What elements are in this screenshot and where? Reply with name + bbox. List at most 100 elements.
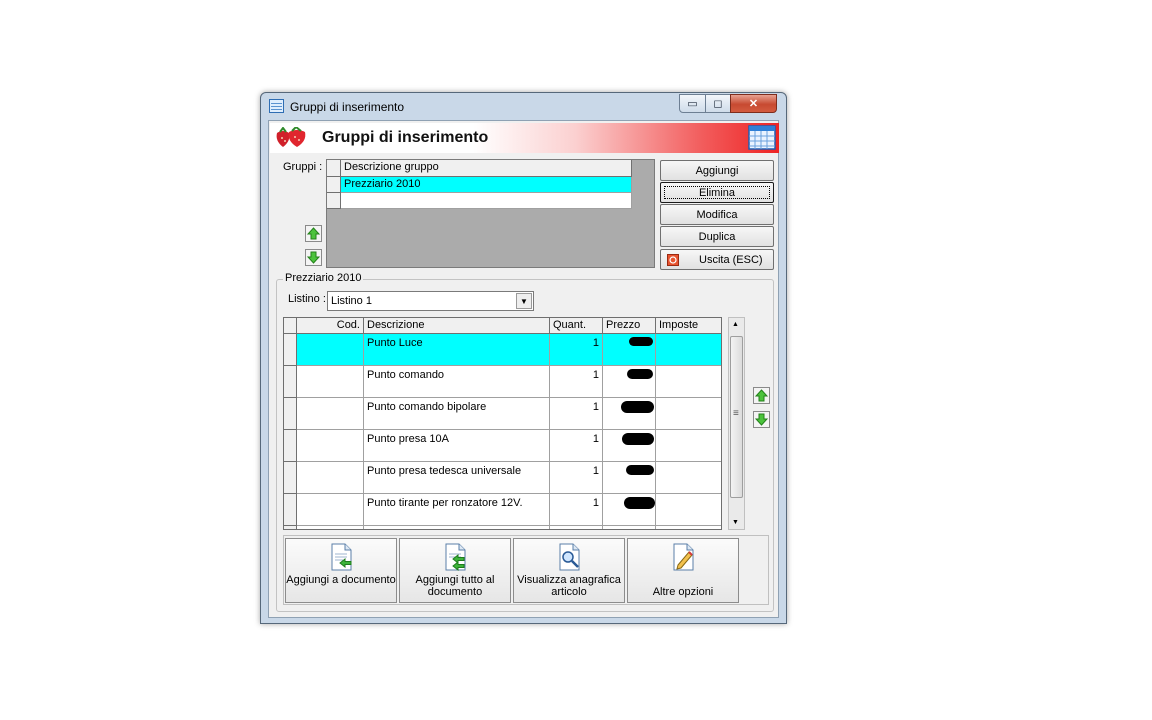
table-cell-descrizione[interactable]: Punto comando bipolare [364,398,550,430]
row-indicator[interactable] [284,398,297,430]
row-indicator[interactable] [284,366,297,398]
move-down-button[interactable] [305,249,322,266]
visualizza-anagrafica-label: Visualizza anagrafica articolo [517,574,621,598]
calendar-icon [748,125,776,150]
table-cell-descrizione[interactable] [364,526,550,529]
table-cell-cod[interactable] [297,398,364,430]
table-cell-cod[interactable] [297,526,364,529]
item-move-down-button[interactable] [753,411,770,428]
title-bar[interactable]: Gruppi di inserimento ▭ ◻ ✕ [261,93,786,119]
column-header-descrizione-gruppo[interactable]: Descrizione gruppo [341,160,632,177]
table-cell-descrizione[interactable]: Punto Luce [364,334,550,366]
table-cell-imposte[interactable] [656,398,721,430]
arrow-up-icon [307,227,320,240]
table-cell-prezzo[interactable] [603,398,656,430]
table-cell-cod[interactable] [297,366,364,398]
grip-icon: ≡ [733,408,739,419]
table-cell-prezzo[interactable] [603,462,656,494]
listino-label: Listino : [288,293,326,305]
table-cell-quant[interactable] [550,526,603,529]
row-indicator[interactable] [327,193,341,209]
items-grid[interactable]: Cod. Descrizione Quant. Prezzo Imposte P… [283,317,722,530]
duplica-button[interactable]: Duplica [660,226,774,247]
table-cell-imposte[interactable] [656,526,721,529]
visualizza-anagrafica-button[interactable]: Visualizza anagrafica articolo [513,538,625,603]
table-cell-cod[interactable] [297,430,364,462]
column-header-prezzo[interactable]: Prezzo [603,318,656,334]
scroll-down-icon[interactable]: ▼ [732,519,739,526]
altre-opzioni-button[interactable]: Altre opzioni [627,538,739,603]
window: Gruppi di inserimento ▭ ◻ ✕ Gruppi di in… [260,92,787,624]
header-banner: Gruppi di inserimento [270,123,779,153]
table-cell-descrizione[interactable]: Punto tirante per ronzatore 12V. [364,494,550,526]
redacted-price [621,401,654,413]
table-cell-descrizione[interactable]: Punto presa 10A [364,430,550,462]
column-header-imposte[interactable]: Imposte [656,318,721,334]
scroll-up-icon[interactable]: ▲ [732,321,739,328]
table-cell-imposte[interactable] [656,430,721,462]
table-cell-quant[interactable]: 1 [550,398,603,430]
row-indicator[interactable] [284,334,297,366]
arrow-down-icon [755,413,768,426]
gruppi-row-empty[interactable] [341,193,632,209]
client-area: Gruppi di inserimento Gruppi : Descrizio… [268,120,779,618]
table-cell-imposte[interactable] [656,462,721,494]
table-cell-prezzo[interactable] [603,430,656,462]
column-header-cod[interactable]: Cod. [297,318,364,334]
uscita-button[interactable]: Uscita (ESC) [660,249,774,270]
table-cell-quant[interactable]: 1 [550,462,603,494]
table-cell-cod[interactable] [297,494,364,526]
aggiungi-documento-button[interactable]: Aggiungi a documento [285,538,397,603]
close-button[interactable]: ✕ [730,94,777,113]
table-cell-imposte[interactable] [656,366,721,398]
document-add-icon [331,543,352,571]
arrow-down-icon [307,251,320,264]
grid-corner [284,318,297,334]
redacted-price [622,433,654,445]
strawberry-icon [276,127,306,147]
table-cell-prezzo[interactable] [603,366,656,398]
table-cell-prezzo[interactable] [603,334,656,366]
action-toolbar: Aggiungi a documento Aggiungi tutto al d… [283,535,769,605]
elimina-button[interactable]: Elimina [660,182,774,203]
aggiungi-tutto-button[interactable]: Aggiungi tutto al documento [399,538,511,603]
gruppi-grid[interactable]: Descrizione gruppo Prezziario 2010 [326,159,655,268]
row-indicator[interactable] [284,526,297,529]
table-cell-prezzo[interactable] [603,526,656,529]
row-indicator[interactable] [284,462,297,494]
move-up-button[interactable] [305,225,322,242]
table-cell-prezzo[interactable] [603,494,656,526]
aggiungi-button[interactable]: Aggiungi [660,160,774,181]
item-move-up-button[interactable] [753,387,770,404]
gruppi-row-prezziario-2010[interactable]: Prezziario 2010 [341,177,632,193]
minimize-button[interactable]: ▭ [679,94,706,113]
table-cell-quant[interactable]: 1 [550,430,603,462]
table-cell-cod[interactable] [297,334,364,366]
column-header-descrizione[interactable]: Descrizione [364,318,550,334]
table-cell-descrizione[interactable]: Punto presa tedesca universale [364,462,550,494]
table-cell-quant[interactable]: 1 [550,494,603,526]
table-cell-imposte[interactable] [656,494,721,526]
gruppi-label: Gruppi : [283,161,323,173]
dropdown-arrow-icon[interactable]: ▼ [516,293,532,309]
modifica-button[interactable]: Modifica [660,204,774,225]
table-cell-descrizione[interactable]: Punto comando [364,366,550,398]
row-indicator[interactable] [327,177,341,193]
table-cell-quant[interactable]: 1 [550,366,603,398]
table-cell-cod[interactable] [297,462,364,494]
altre-opzioni-label: Altre opzioni [652,586,714,598]
uscita-label: Uscita (ESC) [699,253,763,266]
scroll-thumb[interactable]: ≡ [730,336,743,498]
table-cell-quant[interactable]: 1 [550,334,603,366]
maximize-button[interactable]: ◻ [705,94,731,113]
arrow-up-icon [755,389,768,402]
row-indicator[interactable] [284,430,297,462]
exit-icon [667,253,679,266]
table-cell-imposte[interactable] [656,334,721,366]
vertical-scrollbar[interactable]: ▲ ≡ ▼ [728,317,745,530]
redacted-price [626,465,654,475]
window-title: Gruppi di inserimento [290,100,405,114]
column-header-quant[interactable]: Quant. [550,318,603,334]
listino-select[interactable]: Listino 1 ▼ [327,291,534,311]
row-indicator[interactable] [284,494,297,526]
